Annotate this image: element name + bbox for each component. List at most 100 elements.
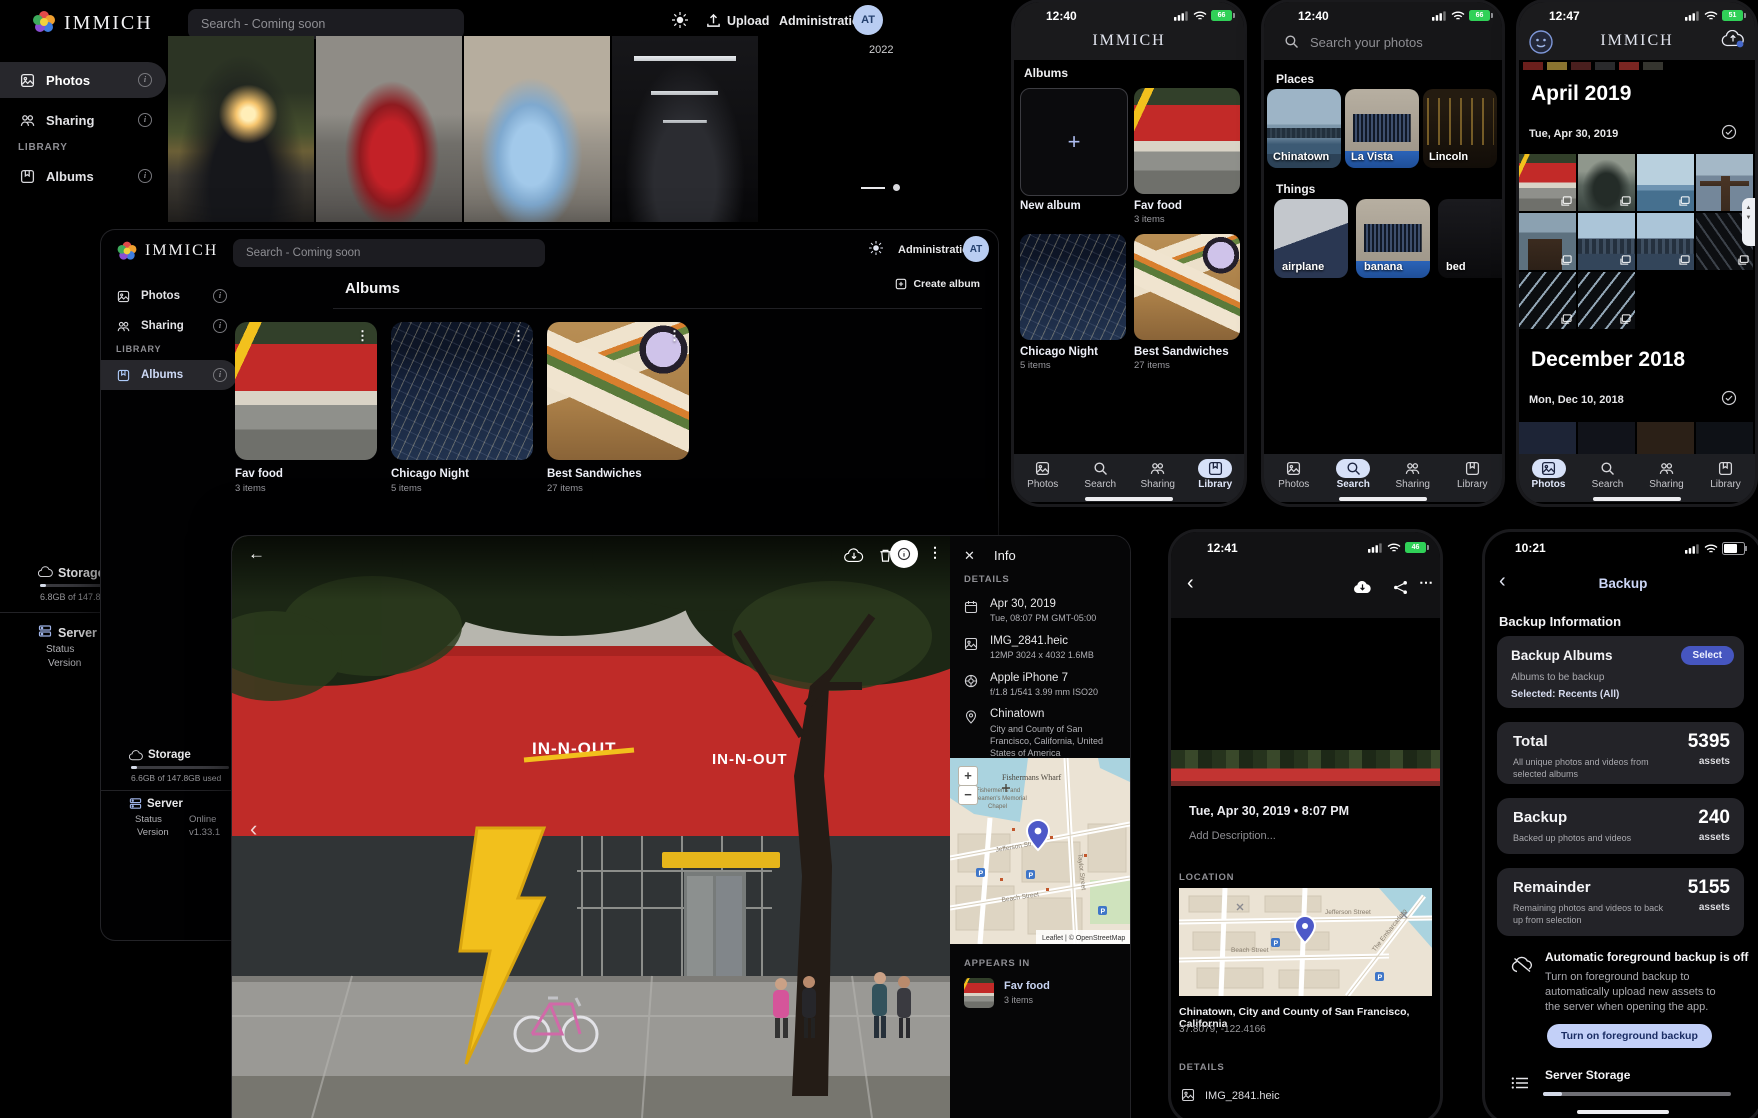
home-indicator[interactable] xyxy=(1085,497,1173,501)
nav-tab-library[interactable]: Library xyxy=(1187,454,1245,502)
thing-card-banana[interactable]: banana xyxy=(1356,199,1430,278)
info-icon[interactable]: i xyxy=(213,289,227,303)
photo-thumbnail[interactable] xyxy=(168,36,314,222)
photo-tile[interactable] xyxy=(1637,422,1694,454)
nav-tab-search[interactable]: Search xyxy=(1578,454,1637,502)
album-menu-icon[interactable]: ⋮ xyxy=(512,328,525,344)
user-avatar[interactable]: AT xyxy=(963,236,989,262)
nav-tab-search[interactable]: Search xyxy=(1072,454,1130,502)
timeline-scrubber[interactable] xyxy=(861,187,885,189)
sidebar-item-albums[interactable]: Albums i xyxy=(0,160,166,192)
nav-tab-library[interactable]: Library xyxy=(1443,454,1503,502)
album-card-best-sandwiches[interactable]: ⋮ xyxy=(547,322,689,460)
photo-strip[interactable] xyxy=(1171,750,1440,786)
share-icon[interactable] xyxy=(1393,580,1408,600)
info-icon[interactable]: i xyxy=(138,169,152,183)
upload-button[interactable]: Upload xyxy=(727,14,769,28)
photo-area[interactable] xyxy=(1171,618,1440,750)
location-map[interactable]: P P P Fishermans Wharf Fishermen's and S… xyxy=(950,758,1130,944)
album-card-fav-food[interactable] xyxy=(1134,88,1240,194)
photo-tile[interactable] xyxy=(1696,422,1753,454)
turn-on-foreground-backup-button[interactable]: Turn on foreground backup xyxy=(1547,1024,1712,1048)
album-menu-icon[interactable]: ⋮ xyxy=(668,328,681,344)
upload-icon[interactable] xyxy=(706,13,721,33)
back-icon[interactable]: ‹ xyxy=(1187,572,1194,595)
thing-card-bed[interactable]: bed xyxy=(1438,199,1502,278)
info-icon[interactable]: i xyxy=(138,113,152,127)
add-description-field[interactable]: Add Description... xyxy=(1189,830,1276,842)
nav-tab-sharing[interactable]: Sharing xyxy=(1637,454,1696,502)
album-menu-icon[interactable]: ⋮ xyxy=(356,328,369,344)
photo-thumbnail[interactable] xyxy=(464,36,610,222)
nav-tab-sharing[interactable]: Sharing xyxy=(1129,454,1187,502)
nav-tab-photos[interactable]: Photos xyxy=(1264,454,1324,502)
backup-upload-icon[interactable] xyxy=(1721,30,1745,53)
select-button[interactable]: Select xyxy=(1681,646,1734,665)
place-card-chinatown[interactable]: Chinatown xyxy=(1267,89,1341,168)
album-title[interactable]: Best Sandwiches xyxy=(547,468,642,480)
sidebar-item-photos[interactable]: Photos i xyxy=(101,282,237,310)
map-zoom-in-button[interactable]: + xyxy=(958,766,978,786)
nav-tab-sharing[interactable]: Sharing xyxy=(1383,454,1443,502)
previous-photo-icon[interactable]: ‹ xyxy=(250,816,257,842)
theme-toggle-icon[interactable] xyxy=(869,241,883,260)
more-menu-icon[interactable]: ⋮ xyxy=(928,544,942,561)
info-toggle-icon[interactable] xyxy=(890,540,918,568)
map-attribution[interactable]: Leaflet | © OpenStreetMap xyxy=(1042,934,1125,942)
info-icon[interactable]: i xyxy=(213,319,227,333)
download-icon[interactable] xyxy=(844,548,864,568)
select-all-check-icon[interactable] xyxy=(1721,124,1737,145)
appears-in-album-thumb[interactable] xyxy=(964,978,994,1008)
home-indicator[interactable] xyxy=(1339,497,1427,501)
place-card-la-vista[interactable]: La Vista xyxy=(1345,89,1419,168)
photo-tile[interactable] xyxy=(1578,422,1635,454)
close-icon[interactable]: ✕ xyxy=(964,548,975,564)
location-map[interactable]: P P Jefferson Street Beach Street The Em… xyxy=(1179,888,1432,996)
sidebar-item-sharing[interactable]: Sharing i xyxy=(101,312,237,340)
more-menu-icon[interactable]: ⋯ xyxy=(1419,574,1433,591)
image-icon xyxy=(1181,1088,1195,1107)
timeline-scrollbar[interactable]: ▲ ▼ xyxy=(1742,198,1755,246)
album-title[interactable]: Fav food xyxy=(235,468,283,480)
nav-tab-search[interactable]: Search xyxy=(1324,454,1384,502)
timeline-scrubber-dot[interactable] xyxy=(893,184,900,191)
sidebar-item-albums[interactable]: Albums i xyxy=(101,360,237,390)
album-card-fav-food[interactable]: ⋮ xyxy=(235,322,377,460)
album-card-chicago-night[interactable] xyxy=(1020,234,1126,340)
back-icon[interactable]: ← xyxy=(248,544,265,564)
album-title[interactable]: Fav food xyxy=(1134,200,1182,212)
user-avatar[interactable]: AT xyxy=(853,5,883,35)
map-zoom-out-button[interactable]: − xyxy=(958,785,978,805)
album-card-best-sandwiches[interactable] xyxy=(1134,234,1240,340)
library-icon xyxy=(1208,461,1223,476)
album-title[interactable]: Chicago Night xyxy=(391,468,469,480)
nav-tab-library[interactable]: Library xyxy=(1696,454,1755,502)
album-card-chicago-night[interactable]: ⋮ xyxy=(391,322,533,460)
nav-tab-photos[interactable]: Photos xyxy=(1014,454,1072,502)
photo-viewer-image[interactable]: IN-N-OUT IN-N-OUT xyxy=(232,536,950,1118)
sidebar-item-sharing[interactable]: Sharing i xyxy=(0,104,166,136)
photo-tile[interactable] xyxy=(1519,422,1576,454)
photo-thumbnail[interactable] xyxy=(612,36,758,222)
album-title[interactable]: Best Sandwiches xyxy=(1134,346,1229,358)
info-icon[interactable]: i xyxy=(213,368,227,382)
theme-toggle-icon[interactable] xyxy=(672,12,688,33)
thing-card-airplane[interactable]: airplane xyxy=(1274,199,1348,278)
search-input[interactable]: Search - Coming soon xyxy=(233,239,545,267)
nav-tab-photos[interactable]: Photos xyxy=(1519,454,1578,502)
search-input[interactable]: Search - Coming soon xyxy=(188,9,464,39)
create-album-button[interactable]: Create album xyxy=(895,278,980,290)
new-album-button[interactable]: + xyxy=(1020,88,1128,196)
appears-in-album-title[interactable]: Fav food xyxy=(1004,980,1050,992)
sidebar-item-photos[interactable]: Photos i xyxy=(0,62,166,98)
info-icon[interactable]: i xyxy=(138,73,152,87)
home-indicator[interactable] xyxy=(1577,1110,1669,1114)
select-all-check-icon[interactable] xyxy=(1721,390,1737,411)
photo-thumbnail[interactable] xyxy=(316,36,462,222)
search-input[interactable]: Search your photos xyxy=(1310,35,1423,50)
download-icon[interactable] xyxy=(1353,580,1372,599)
home-indicator[interactable] xyxy=(1593,497,1681,501)
storage-title: Storage xyxy=(58,566,105,580)
place-card-lincoln[interactable]: Lincoln xyxy=(1423,89,1497,168)
album-title[interactable]: Chicago Night xyxy=(1020,346,1098,358)
